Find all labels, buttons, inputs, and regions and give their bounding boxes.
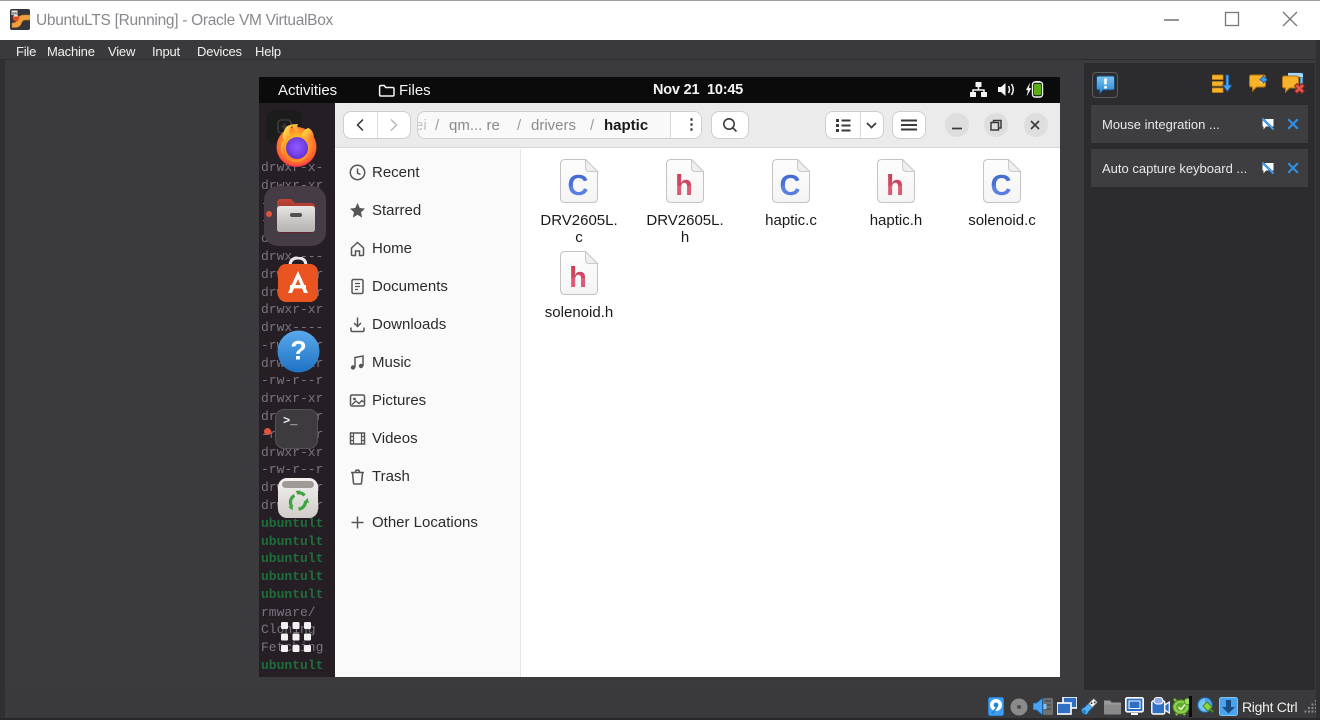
svg-text:?: ? — [290, 336, 307, 366]
svg-text:64: 64 — [12, 10, 17, 15]
